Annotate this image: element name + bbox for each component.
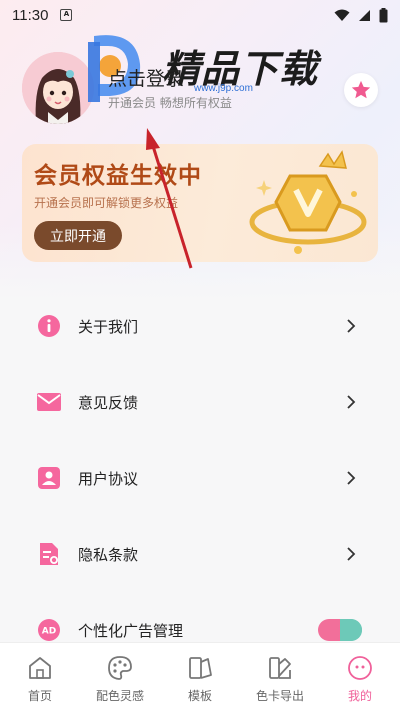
nav-item-profile[interactable]: 我的 xyxy=(320,643,400,712)
status-time: 11:30 xyxy=(12,6,49,24)
user-icon xyxy=(36,465,62,491)
chevron-right-icon xyxy=(347,471,356,485)
chevron-right-icon xyxy=(347,547,356,561)
svg-text:AD: AD xyxy=(42,627,56,637)
avatar[interactable] xyxy=(22,52,94,124)
vip-card[interactable]: 会员权益生效中 开通会员即可解锁更多权益 立即开通 xyxy=(22,144,378,262)
home-icon xyxy=(29,657,51,679)
vip-title: 会员权益生效中 xyxy=(34,163,202,189)
login-subtitle: 开通会员 畅想所有权益 xyxy=(108,96,232,110)
battery-icon xyxy=(379,7,388,22)
bottom-navigation: 首页 配色灵感 模板 色卡导出 我的 xyxy=(0,642,400,712)
nav-label: 我的 xyxy=(347,689,372,703)
ad-icon: AD xyxy=(36,617,62,643)
menu-item-about[interactable]: 关于我们 xyxy=(22,288,378,364)
vip-subtitle: 开通会员即可解锁更多权益 xyxy=(34,196,179,210)
signal-icon xyxy=(359,9,370,21)
wifi-icon xyxy=(334,9,350,21)
status-bar: 11:30 A xyxy=(0,0,400,30)
favorite-button[interactable] xyxy=(344,73,378,107)
login-title[interactable]: 点击登录 xyxy=(108,64,184,91)
status-indicators xyxy=(334,7,388,23)
menu-item-privacy[interactable]: 隐私条款 xyxy=(22,516,378,592)
avatar-girl-illustration xyxy=(22,52,94,124)
menu-item-feedback[interactable]: 意见反馈 xyxy=(22,364,378,440)
nav-label: 首页 xyxy=(27,689,52,703)
palette-icon xyxy=(108,656,132,680)
menu-item-label: 用户协议 xyxy=(78,469,139,488)
star-icon xyxy=(351,80,371,99)
menu-item-label: 个性化广告管理 xyxy=(78,621,184,640)
activate-vip-button[interactable]: 立即开通 xyxy=(34,221,122,250)
nav-item-color-card-export[interactable]: 色卡导出 xyxy=(240,643,320,712)
notification-app-icon: A xyxy=(60,9,73,21)
mail-icon xyxy=(36,389,62,415)
menu-item-label: 关于我们 xyxy=(78,317,139,336)
info-icon xyxy=(36,313,62,339)
document-icon xyxy=(36,541,62,567)
menu-item-user-agreement[interactable]: 用户协议 xyxy=(22,440,378,516)
menu-item-label: 意见反馈 xyxy=(78,393,139,412)
color-card-icon xyxy=(269,657,291,679)
nav-item-template[interactable]: 模板 xyxy=(160,643,240,712)
ad-toggle-switch[interactable] xyxy=(318,619,362,641)
nav-item-home[interactable]: 首页 xyxy=(0,643,80,712)
profile-icon xyxy=(348,656,372,680)
nav-item-palette[interactable]: 配色灵感 xyxy=(80,643,160,712)
vip-crown-badge-icon xyxy=(249,150,367,254)
nav-label: 配色灵感 xyxy=(95,689,144,703)
toggle-knob xyxy=(340,619,362,641)
nav-label: 模板 xyxy=(187,689,212,703)
chevron-right-icon xyxy=(347,319,356,333)
chevron-right-icon xyxy=(347,395,356,409)
template-icon xyxy=(189,657,212,679)
settings-menu: 关于我们 意见反馈 用户协议 隐私条款 AD 个性化广告管理 xyxy=(22,288,378,668)
menu-item-label: 隐私条款 xyxy=(78,545,139,564)
nav-label: 色卡导出 xyxy=(255,689,304,703)
